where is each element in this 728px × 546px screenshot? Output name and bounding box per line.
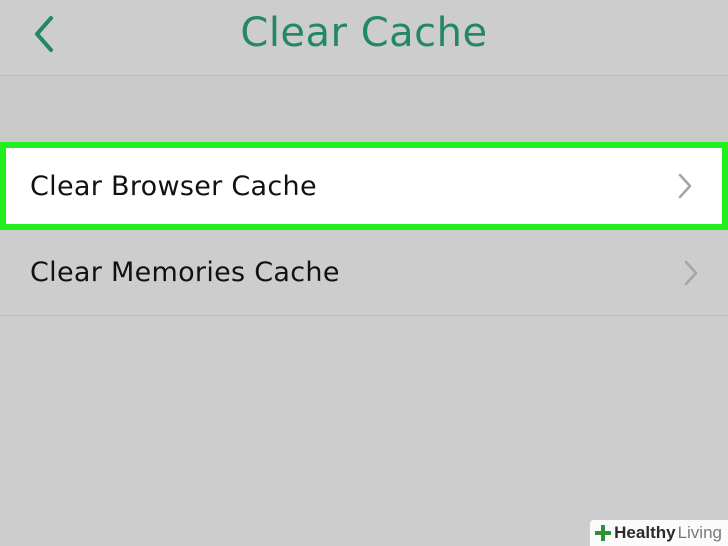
clear-memories-cache-item[interactable]: Clear Memories Cache (0, 230, 728, 316)
watermark: Healthy Living (590, 520, 728, 546)
watermark-sub: Living (677, 523, 722, 542)
cross-logo-icon (595, 525, 612, 541)
clear-browser-cache-item[interactable]: Clear Browser Cache (0, 142, 728, 230)
settings-list: Clear Browser Cache Clear Memories Cache (0, 142, 728, 316)
list-item-label: Clear Browser Cache (30, 170, 317, 202)
page-title: Clear Cache (240, 10, 488, 56)
watermark-brand: Healthy (614, 523, 676, 542)
chevron-right-icon (676, 172, 694, 200)
list-item-label: Clear Memories Cache (30, 257, 340, 288)
section-spacer (0, 76, 728, 142)
nav-header: Clear Cache (0, 0, 728, 76)
chevron-right-icon (682, 259, 700, 287)
